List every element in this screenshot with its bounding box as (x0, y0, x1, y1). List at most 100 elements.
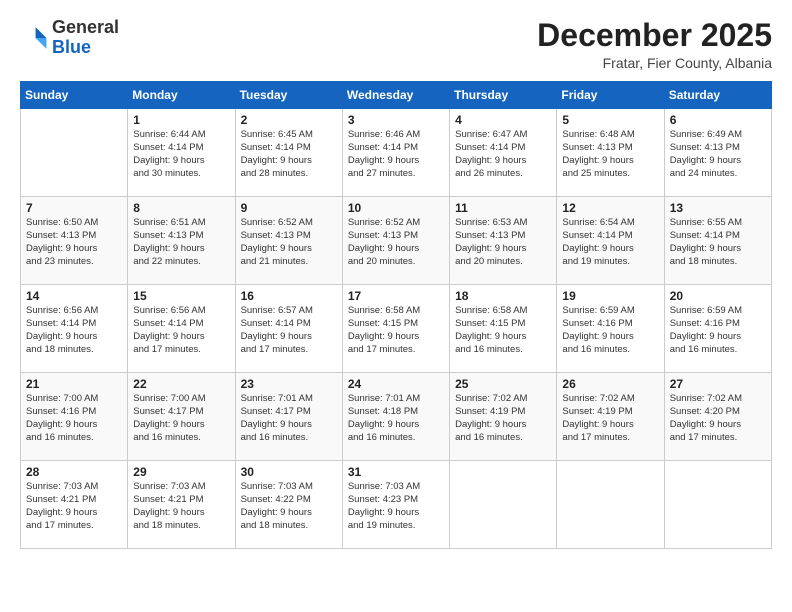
day-info: Sunrise: 7:00 AMSunset: 4:17 PMDaylight:… (133, 393, 229, 444)
day-number: 9 (241, 201, 337, 215)
day-number: 22 (133, 377, 229, 391)
day-info: Sunrise: 6:50 AMSunset: 4:13 PMDaylight:… (26, 217, 122, 268)
location: Fratar, Fier County, Albania (537, 55, 772, 71)
day-info: Sunrise: 7:02 AMSunset: 4:20 PMDaylight:… (670, 393, 766, 444)
day-number: 26 (562, 377, 658, 391)
day-number: 6 (670, 113, 766, 127)
day-info: Sunrise: 6:55 AMSunset: 4:14 PMDaylight:… (670, 217, 766, 268)
day-info: Sunrise: 6:47 AMSunset: 4:14 PMDaylight:… (455, 129, 551, 180)
day-info: Sunrise: 6:51 AMSunset: 4:13 PMDaylight:… (133, 217, 229, 268)
day-info: Sunrise: 6:54 AMSunset: 4:14 PMDaylight:… (562, 217, 658, 268)
table-row: 13 Sunrise: 6:55 AMSunset: 4:14 PMDayligh… (664, 197, 771, 285)
table-row (21, 109, 128, 197)
col-tuesday: Tuesday (235, 82, 342, 109)
day-info: Sunrise: 6:58 AMSunset: 4:15 PMDaylight:… (455, 305, 551, 356)
day-info: Sunrise: 7:01 AMSunset: 4:17 PMDaylight:… (241, 393, 337, 444)
day-info: Sunrise: 6:45 AMSunset: 4:14 PMDaylight:… (241, 129, 337, 180)
day-info: Sunrise: 6:59 AMSunset: 4:16 PMDaylight:… (562, 305, 658, 356)
col-wednesday: Wednesday (342, 82, 449, 109)
day-info: Sunrise: 7:02 AMSunset: 4:19 PMDaylight:… (562, 393, 658, 444)
table-row: 26 Sunrise: 7:02 AMSunset: 4:19 PMDayligh… (557, 373, 664, 461)
day-number: 4 (455, 113, 551, 127)
table-row (450, 461, 557, 549)
day-number: 27 (670, 377, 766, 391)
day-number: 19 (562, 289, 658, 303)
day-number: 3 (348, 113, 444, 127)
table-row: 28 Sunrise: 7:03 AMSunset: 4:21 PMDayligh… (21, 461, 128, 549)
col-sunday: Sunday (21, 82, 128, 109)
day-number: 2 (241, 113, 337, 127)
calendar-week-row: 28 Sunrise: 7:03 AMSunset: 4:21 PMDayligh… (21, 461, 772, 549)
day-info: Sunrise: 6:44 AMSunset: 4:14 PMDaylight:… (133, 129, 229, 180)
table-row: 10 Sunrise: 6:52 AMSunset: 4:13 PMDayligh… (342, 197, 449, 285)
table-row: 7 Sunrise: 6:50 AMSunset: 4:13 PMDaylight… (21, 197, 128, 285)
table-row: 24 Sunrise: 7:01 AMSunset: 4:18 PMDayligh… (342, 373, 449, 461)
day-info: Sunrise: 6:53 AMSunset: 4:13 PMDaylight:… (455, 217, 551, 268)
day-info: Sunrise: 7:03 AMSunset: 4:21 PMDaylight:… (26, 481, 122, 532)
table-row: 8Sunrise: 6:51 AMSunset: 4:13 PMDaylight… (128, 197, 235, 285)
month-title: December 2025 (537, 18, 772, 53)
day-number: 25 (455, 377, 551, 391)
day-number: 28 (26, 465, 122, 479)
table-row: 5Sunrise: 6:48 AMSunset: 4:13 PMDaylight… (557, 109, 664, 197)
calendar-header-row: Sunday Monday Tuesday Wednesday Thursday… (21, 82, 772, 109)
day-info: Sunrise: 7:03 AMSunset: 4:22 PMDaylight:… (241, 481, 337, 532)
day-number: 13 (670, 201, 766, 215)
logo: General Blue (20, 18, 119, 58)
day-number: 14 (26, 289, 122, 303)
day-number: 30 (241, 465, 337, 479)
table-row: 17 Sunrise: 6:58 AMSunset: 4:15 PMDayligh… (342, 285, 449, 373)
day-number: 17 (348, 289, 444, 303)
header: General Blue December 2025 Fratar, Fier … (20, 18, 772, 71)
col-thursday: Thursday (450, 82, 557, 109)
day-info: Sunrise: 7:00 AMSunset: 4:16 PMDaylight:… (26, 393, 122, 444)
table-row: 19 Sunrise: 6:59 AMSunset: 4:16 PMDayligh… (557, 285, 664, 373)
logo-icon (20, 24, 48, 52)
day-number: 7 (26, 201, 122, 215)
table-row: 11 Sunrise: 6:53 AMSunset: 4:13 PMDayligh… (450, 197, 557, 285)
table-row: 25Sunrise: 7:02 AMSunset: 4:19 PMDayligh… (450, 373, 557, 461)
table-row: 3Sunrise: 6:46 AMSunset: 4:14 PMDaylight… (342, 109, 449, 197)
table-row: 27 Sunrise: 7:02 AMSunset: 4:20 PMDayligh… (664, 373, 771, 461)
table-row: 9 Sunrise: 6:52 AMSunset: 4:13 PMDaylight… (235, 197, 342, 285)
day-number: 1 (133, 113, 229, 127)
day-info: Sunrise: 7:03 AMSunset: 4:21 PMDaylight:… (133, 481, 229, 532)
col-saturday: Saturday (664, 82, 771, 109)
table-row: 2 Sunrise: 6:45 AMSunset: 4:14 PMDaylight… (235, 109, 342, 197)
calendar-week-row: 14 Sunrise: 6:56 AMSunset: 4:14 PMDayligh… (21, 285, 772, 373)
table-row: 14 Sunrise: 6:56 AMSunset: 4:14 PMDayligh… (21, 285, 128, 373)
day-info: Sunrise: 6:59 AMSunset: 4:16 PMDaylight:… (670, 305, 766, 356)
calendar-week-row: 1 Sunrise: 6:44 AMSunset: 4:14 PMDaylight… (21, 109, 772, 197)
table-row: 6 Sunrise: 6:49 AMSunset: 4:13 PMDaylight… (664, 109, 771, 197)
day-info: Sunrise: 7:01 AMSunset: 4:18 PMDaylight:… (348, 393, 444, 444)
day-number: 31 (348, 465, 444, 479)
table-row (664, 461, 771, 549)
table-row: 15 Sunrise: 6:56 AMSunset: 4:14 PMDayligh… (128, 285, 235, 373)
day-number: 29 (133, 465, 229, 479)
calendar-week-row: 7 Sunrise: 6:50 AMSunset: 4:13 PMDaylight… (21, 197, 772, 285)
table-row: 16Sunrise: 6:57 AMSunset: 4:14 PMDayligh… (235, 285, 342, 373)
day-info: Sunrise: 6:52 AMSunset: 4:13 PMDaylight:… (241, 217, 337, 268)
day-info: Sunrise: 6:56 AMSunset: 4:14 PMDaylight:… (133, 305, 229, 356)
day-number: 24 (348, 377, 444, 391)
day-info: Sunrise: 6:52 AMSunset: 4:13 PMDaylight:… (348, 217, 444, 268)
day-info: Sunrise: 6:56 AMSunset: 4:14 PMDaylight:… (26, 305, 122, 356)
table-row: 12Sunrise: 6:54 AMSunset: 4:14 PMDayligh… (557, 197, 664, 285)
logo-text: General Blue (52, 18, 119, 58)
table-row: 21Sunrise: 7:00 AMSunset: 4:16 PMDayligh… (21, 373, 128, 461)
day-number: 5 (562, 113, 658, 127)
table-row: 29 Sunrise: 7:03 AMSunset: 4:21 PMDayligh… (128, 461, 235, 549)
logo-blue: Blue (52, 37, 91, 57)
table-row: 18 Sunrise: 6:58 AMSunset: 4:15 PMDayligh… (450, 285, 557, 373)
day-info: Sunrise: 7:03 AMSunset: 4:23 PMDaylight:… (348, 481, 444, 532)
day-info: Sunrise: 6:57 AMSunset: 4:14 PMDaylight:… (241, 305, 337, 356)
calendar-table: Sunday Monday Tuesday Wednesday Thursday… (20, 81, 772, 549)
day-info: Sunrise: 6:58 AMSunset: 4:15 PMDaylight:… (348, 305, 444, 356)
day-number: 10 (348, 201, 444, 215)
day-info: Sunrise: 6:49 AMSunset: 4:13 PMDaylight:… (670, 129, 766, 180)
table-row: 31 Sunrise: 7:03 AMSunset: 4:23 PMDayligh… (342, 461, 449, 549)
day-number: 18 (455, 289, 551, 303)
day-number: 11 (455, 201, 551, 215)
day-number: 15 (133, 289, 229, 303)
day-number: 23 (241, 377, 337, 391)
